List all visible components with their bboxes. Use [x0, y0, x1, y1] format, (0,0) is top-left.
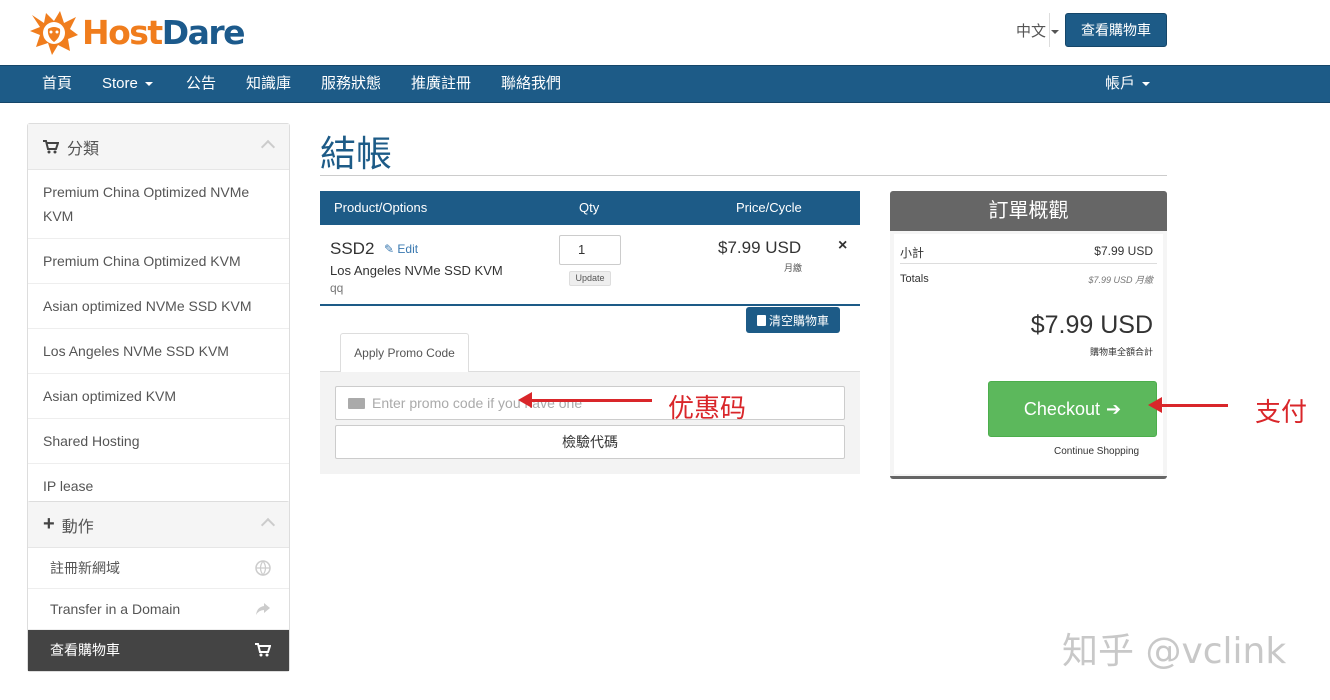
chevron-down-icon	[1050, 29, 1059, 34]
col-price: Price/Cycle	[736, 200, 802, 215]
logo-host-text: Host	[82, 12, 163, 52]
checkout-button[interactable]: Checkout ➔	[988, 381, 1157, 437]
watermark: 知乎 @vclink	[1062, 631, 1287, 672]
totals-value: $7.99 USD 月繳	[1088, 275, 1153, 285]
divider	[1049, 13, 1050, 47]
promo-annotation: 优惠码	[668, 394, 747, 424]
nav-store[interactable]: Store	[102, 66, 153, 102]
share-arrow-icon	[256, 603, 270, 615]
main-navbar: 首頁 Store 公告 知識庫 服務狀態 推廣註冊 聯絡我們 帳戶	[0, 65, 1330, 103]
nav-knowledgebase[interactable]: 知識庫	[246, 66, 291, 102]
language-dropdown[interactable]: 中文	[1016, 20, 1059, 41]
chevron-up-icon[interactable]	[260, 517, 276, 533]
promo-code-input[interactable]: Enter promo code if you have one	[335, 386, 845, 420]
validate-code-button[interactable]: 檢驗代碼	[335, 425, 845, 459]
total-due-label: 購物車全額合計	[1089, 347, 1153, 357]
action-label: 註冊新網域	[50, 560, 120, 576]
page-title: 結帳	[320, 133, 393, 174]
action-label: Transfer in a Domain	[50, 601, 181, 617]
category-item[interactable]: Shared Hosting	[28, 419, 289, 464]
pencil-icon: ✎	[384, 242, 395, 256]
nav-account[interactable]: 帳戶	[1105, 66, 1151, 102]
nav-store-label: Store	[102, 75, 138, 92]
arrow-right-icon: ➔	[1105, 398, 1122, 419]
language-label: 中文	[1015, 22, 1046, 40]
subtotal-line: 小計 $7.99 USD	[900, 244, 1157, 261]
top-header: HostDare 中文 登入 註冊 查看購物車	[0, 0, 1330, 65]
actions-title: 動作	[61, 518, 94, 536]
hostdare-logo[interactable]: HostDare	[28, 8, 246, 56]
category-item[interactable]: Los Angeles NVMe SSD KVM	[28, 329, 289, 374]
shopping-cart-icon	[43, 139, 59, 153]
product-name: SSD2	[330, 239, 375, 258]
chevron-down-icon	[1142, 82, 1151, 87]
annotation-arrow	[1148, 397, 1228, 413]
pay-annotation: 支付	[1255, 398, 1308, 428]
totals-line: Totals $7.99 USD 月繳	[900, 273, 1157, 285]
cart-item-row: SSD2 ✎ Edit Los Angeles NVMe SSD KVM qq …	[320, 225, 860, 306]
category-item[interactable]: Asian optimized KVM	[28, 374, 289, 419]
cart-table-header: Product/Options Qty Price/Cycle	[320, 191, 860, 225]
continue-shopping-link[interactable]: Continue Shopping	[1054, 446, 1139, 457]
quantity-input[interactable]: 1	[559, 235, 621, 265]
action-label: 查看購物車	[50, 642, 120, 658]
empty-cart-button[interactable]: 清空購物車	[746, 307, 840, 333]
cart-table: Product/Options Qty Price/Cycle SSD2 ✎ E…	[320, 191, 860, 306]
plus-icon: +	[43, 513, 55, 535]
lion-logo-icon	[30, 11, 78, 55]
nav-contact[interactable]: 聯絡我們	[501, 66, 561, 102]
category-item[interactable]: Asian optimized NVMe SSD KVM	[28, 284, 289, 329]
category-item[interactable]: Premium China Optimized NVMe KVM	[28, 170, 289, 239]
edit-label: Edit	[397, 242, 419, 256]
logo-wordmark: HostDare	[82, 12, 246, 52]
categories-title: 分類	[67, 140, 100, 158]
categories-panel: 分類 Premium China Optimized NVMe KVM Prem…	[27, 123, 290, 509]
view-cart-link[interactable]: 查看購物車	[28, 630, 289, 671]
chevron-up-icon[interactable]	[260, 139, 276, 155]
nav-network-status[interactable]: 服務狀態	[321, 66, 381, 102]
categories-header[interactable]: 分類	[28, 124, 289, 170]
product-hostname: qq	[330, 281, 344, 295]
ticket-icon	[348, 398, 365, 409]
order-summary-body: 小計 $7.99 USD Totals $7.99 USD 月繳 $7.99 U…	[894, 234, 1163, 474]
empty-cart-label: 清空購物車	[768, 313, 829, 328]
item-price: $7.99 USD	[718, 238, 802, 257]
transfer-domain-link[interactable]: Transfer in a Domain	[28, 589, 289, 630]
chevron-down-icon	[144, 82, 153, 87]
product-group: Los Angeles NVMe SSD KVM	[330, 263, 503, 278]
total-amount: $7.99 USD	[1030, 311, 1153, 339]
subtotal-value: $7.99 USD	[1094, 244, 1153, 258]
actions-header[interactable]: + 動作	[28, 502, 289, 548]
col-qty: Qty	[579, 200, 600, 215]
order-summary-title: 訂單概觀	[890, 191, 1167, 231]
nav-account-label: 帳戶	[1105, 75, 1136, 92]
shopping-cart-icon	[255, 643, 271, 657]
nav-announcements[interactable]: 公告	[186, 66, 216, 102]
register-domain-link[interactable]: 註冊新網域	[28, 548, 289, 589]
globe-icon	[255, 560, 271, 576]
tab-apply-promo[interactable]: Apply Promo Code	[340, 333, 469, 372]
nav-affiliates[interactable]: 推廣註冊	[411, 66, 471, 102]
category-item[interactable]: Premium China Optimized KVM	[28, 239, 289, 284]
view-cart-button[interactable]: 查看購物車	[1065, 13, 1167, 47]
remove-item-button[interactable]: ×	[838, 237, 847, 255]
promo-placeholder: Enter promo code if you have one	[372, 395, 583, 411]
divider	[320, 175, 1167, 176]
annotation-arrow	[518, 392, 652, 408]
checkout-label: Checkout	[1023, 398, 1100, 419]
update-button[interactable]: Update	[569, 271, 611, 286]
trash-icon	[756, 314, 766, 326]
logo-dare-text: Dare	[161, 12, 246, 52]
actions-panel: + 動作 註冊新網域 Transfer in a Domain 查看購物車	[27, 501, 290, 672]
item-cycle: 月繳	[784, 263, 803, 273]
totals-label: Totals	[900, 273, 929, 285]
nav-home[interactable]: 首頁	[42, 66, 72, 102]
subtotal-label: 小計	[900, 246, 925, 260]
divider	[900, 263, 1157, 264]
col-product: Product/Options	[334, 200, 428, 215]
edit-link[interactable]: ✎ Edit	[384, 242, 418, 256]
